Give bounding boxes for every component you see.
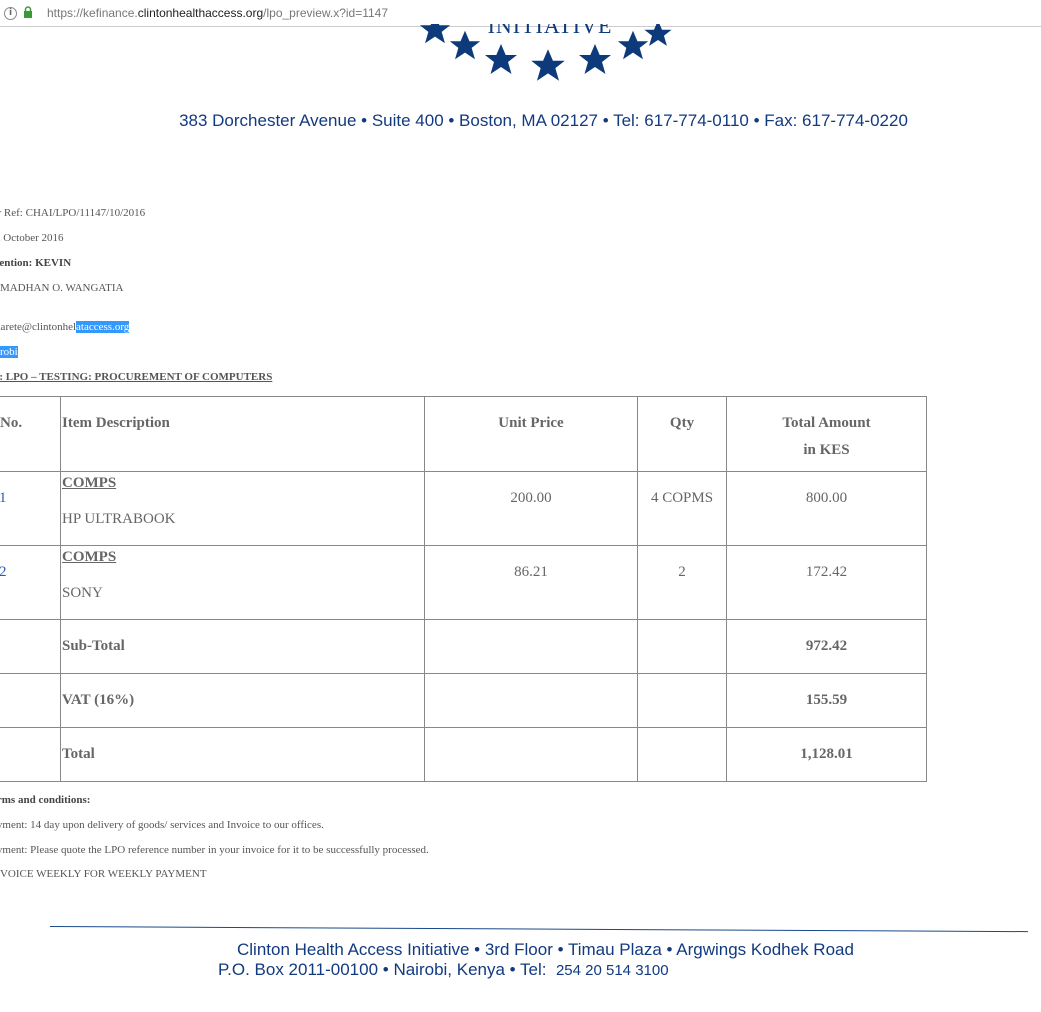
terms-line: ayment: Please quote the LPO reference n… — [0, 844, 429, 856]
recipient-email: marete@clintonhelataccess.org — [0, 321, 130, 333]
attention: ttention: KEVIN — [0, 257, 72, 269]
item-category: COMPS — [62, 475, 117, 491]
line-total: 800.00 — [805, 490, 848, 506]
subtotal-label: Sub-Total — [62, 638, 125, 654]
vat-label: VAT (16%) — [62, 692, 135, 708]
total-value: 1,128.01 — [800, 746, 853, 762]
item-name: HP ULTRABOOK — [62, 511, 176, 527]
footer-tel: 254 20 514 3100 — [555, 962, 669, 979]
subject-line: E: LPO – TESTING: PROCUREMENT OF COMPUTE… — [0, 371, 273, 383]
header-unit-price: Unit Price — [498, 415, 564, 431]
header-qty: Qty — [669, 415, 695, 431]
items-table: No. Item Description Unit Price Qty Tota… — [0, 396, 927, 782]
row-number-link[interactable]: 1 — [0, 490, 7, 506]
line-total: 172.42 — [805, 564, 848, 580]
unit-price: 200.00 — [510, 490, 552, 506]
info-icon[interactable]: i — [4, 7, 17, 20]
table-row: 2 COMPS SONY 86.21 2 172.42 — [0, 545, 927, 620]
subtotal-value: 972.42 — [805, 638, 848, 654]
unit-price: 86.21 — [514, 564, 548, 580]
total-row: Total 1,128.01 — [0, 727, 927, 782]
table-header-row: No. Item Description Unit Price Qty Tota… — [0, 396, 927, 472]
row-number-link[interactable]: 2 — [0, 564, 7, 580]
total-label: Total — [62, 746, 95, 762]
footer-divider — [49, 926, 1028, 933]
logo-text: INITIATIVE — [487, 24, 613, 38]
table-row: 1 COMPS HP ULTRABOOK 200.00 4 COPMS 800.0… — [0, 471, 927, 546]
terms-line: ayment: 14 day upon delivery of goods/ s… — [0, 819, 324, 831]
address-bar[interactable]: i https://kefinance.clintonhealthaccess.… — [0, 0, 1041, 27]
our-ref: ur Ref: CHAI/LPO/11147/10/2016 — [0, 207, 146, 219]
quantity: 4 COPMS — [650, 490, 714, 506]
header-no: No. — [0, 415, 23, 431]
item-name: SONY — [62, 585, 103, 601]
header-total-amount: Total Amount in KES — [782, 415, 871, 458]
logo: INITIATIVE — [405, 24, 695, 90]
terms-line: NVOICE WEEKLY FOR WEEKLY PAYMENT — [0, 868, 207, 880]
vat-value: 155.59 — [805, 692, 848, 708]
url-text[interactable]: https://kefinance.clintonhealthaccess.or… — [47, 6, 388, 20]
subtotal-row: Sub-Total 972.42 — [0, 619, 927, 674]
lpo-date: th October 2016 — [0, 232, 64, 244]
recipient-name: AMADHAN O. WANGATIA — [0, 282, 124, 294]
vat-row: VAT (16%) 155.59 — [0, 673, 927, 728]
item-category: COMPS — [62, 549, 117, 565]
lock-icon — [24, 6, 32, 18]
recipient-city: airobi — [0, 345, 18, 359]
quantity: 2 — [678, 564, 686, 580]
footer-address-line1: Clinton Health Access Initiative • 3rd F… — [237, 940, 854, 959]
org-address: 383 Dorchester Avenue • Suite 400 • Bost… — [179, 111, 908, 130]
terms-heading: erms and conditions: — [0, 794, 91, 806]
footer-address-line2: P.O. Box 2011-00100 • Nairobi, Kenya • T… — [218, 960, 669, 979]
header-item-description: Item Description — [62, 415, 170, 431]
